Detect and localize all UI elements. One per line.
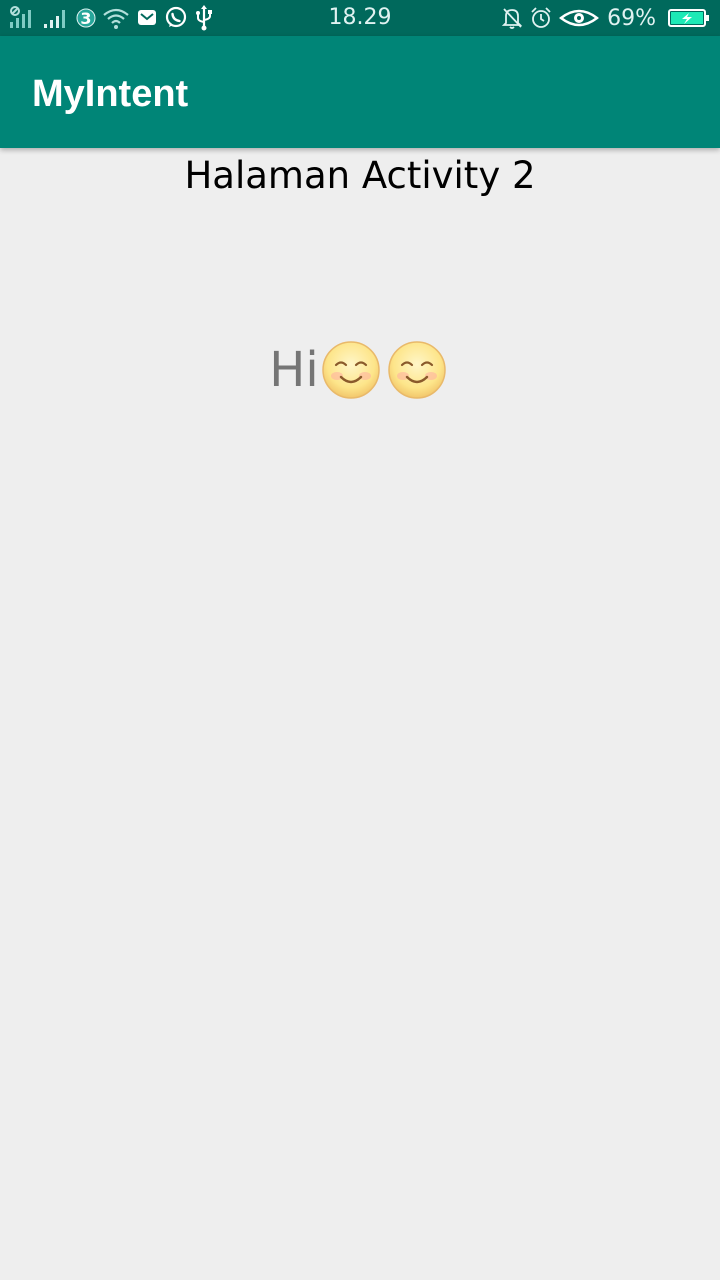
smiling-face-icon: [321, 340, 381, 400]
status-left-icons: 3: [8, 4, 214, 32]
page-heading: Halaman Activity 2: [184, 154, 536, 197]
smiling-face-icon: [387, 340, 447, 400]
eye-comfort-icon: [559, 6, 600, 30]
usb-icon: [194, 5, 214, 31]
app-title: MyIntent: [32, 73, 189, 115]
message-row: Hi: [0, 340, 720, 400]
wifi-icon: [102, 6, 130, 30]
gmail-icon: [136, 7, 158, 29]
whatsapp-icon: [164, 6, 188, 30]
activity-content: Halaman Activity 2 Hi: [0, 148, 720, 1280]
battery-percent: 69%: [607, 5, 656, 31]
status-bar: 3 18.29 69%: [0, 0, 720, 36]
message-text: Hi: [269, 342, 319, 398]
notifications-muted-icon: [501, 6, 523, 30]
signal-sim2-icon: [42, 6, 70, 30]
signal-sim1-icon: [8, 6, 36, 30]
status-right-icons: 69%: [501, 4, 710, 32]
alarm-icon: [529, 6, 553, 30]
carrier-3-icon: 3: [76, 5, 96, 31]
carrier-glyph: 3: [80, 9, 91, 28]
app-bar: MyIntent: [0, 36, 720, 148]
battery-charging-icon: [668, 7, 710, 29]
